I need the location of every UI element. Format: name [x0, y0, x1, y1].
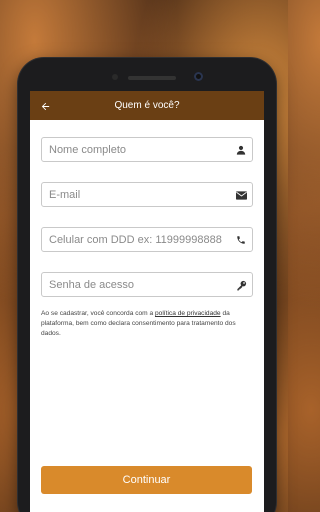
sensor-dot — [112, 74, 118, 80]
signup-form: Ao se cadastrar, você concorda com a pol… — [30, 120, 264, 339]
email-field[interactable] — [42, 183, 252, 206]
back-button[interactable] — [34, 95, 56, 117]
email-field-box — [41, 182, 253, 207]
earpiece-speaker — [128, 76, 176, 80]
name-field-box — [41, 137, 253, 162]
app-screen: Quem é você? Nome completo E-mail Celula… — [30, 91, 264, 512]
terms-text-before: Ao se cadastrar, você concorda com a — [41, 310, 155, 317]
user-icon — [235, 144, 247, 156]
phone-icon — [235, 234, 247, 246]
front-camera — [194, 72, 203, 81]
phone-field-box — [41, 227, 253, 252]
phone-field[interactable] — [42, 228, 252, 251]
page-title: Quem é você? — [114, 100, 180, 111]
privacy-policy-link[interactable]: política de privacidade — [155, 310, 221, 317]
name-field[interactable] — [42, 138, 252, 161]
password-field-box — [41, 272, 253, 297]
app-bar: Quem é você? — [30, 91, 264, 120]
key-icon — [235, 279, 247, 291]
continue-button[interactable]: Continuar — [41, 466, 252, 494]
password-field[interactable] — [42, 273, 252, 296]
arrow-left-icon — [41, 102, 49, 110]
envelope-icon — [235, 189, 247, 201]
terms-text: Ao se cadastrar, você concorda com a pol… — [41, 309, 253, 339]
